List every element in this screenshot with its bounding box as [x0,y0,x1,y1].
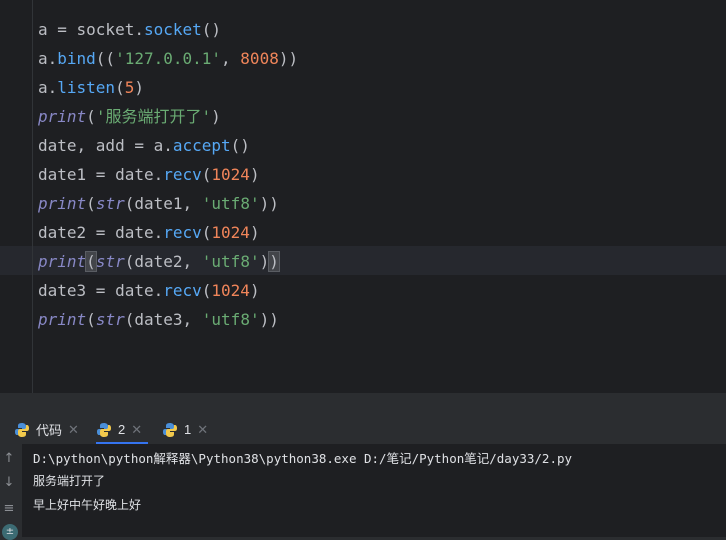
code-editor[interactable]: a = socket.socket() a.bind(('127.0.0.1', … [0,0,726,393]
code-token: '127.0.0.1' [115,49,222,68]
code-token: 1024 [211,281,250,300]
code-token: 'utf8' [201,252,260,271]
code-token: ( [86,310,96,329]
code-token: date, add = a. [38,136,173,155]
code-line: date, add = a.accept() [38,131,250,160]
code-line: print(str(date3, 'utf8')) [38,305,279,334]
close-icon[interactable]: ✕ [197,422,208,438]
close-icon[interactable]: ✕ [131,422,142,438]
code-token: a. [38,49,58,68]
arrow-down-icon[interactable]: ↓ [2,476,16,490]
code-token: (date2, [124,252,202,271]
python-icon [15,422,29,437]
code-token: 1024 [211,223,250,242]
python-icon [163,422,177,437]
code-token: 8008 [240,49,279,68]
code-token: ( [85,251,97,272]
code-token: ) [249,223,260,242]
code-token: ) [259,252,270,271]
console-command-line: D:\python\python解释器\Python38\python38.ex… [33,451,573,466]
code-token: str [95,310,125,329]
code-token: ) [211,107,221,126]
code-token: print [38,194,87,213]
code-token: date2 = date. [38,223,164,242]
python-icon [97,422,111,437]
tab-1[interactable]: 1 ✕ [162,415,208,444]
code-token: ( [201,223,212,242]
code-token: )) [259,194,279,213]
code-token: a. [38,78,58,97]
code-token: a = socket. [38,20,144,39]
code-token: ( [201,281,212,300]
soft-wrap-icon[interactable]: ≡ [2,502,16,516]
code-token: ) [134,78,144,97]
code-token: recv [163,165,202,184]
code-token: (( [95,49,116,68]
arrow-up-icon[interactable]: ↑ [2,452,16,466]
code-line: date1 = date.recv(1024) [38,160,260,189]
tab-label: 1 [184,422,192,437]
tab-code[interactable]: 代码 ✕ [14,415,79,444]
code-token: date3 = date. [38,281,164,300]
code-token: )) [278,49,299,68]
code-token: str [95,194,125,213]
code-token: accept [172,136,231,155]
code-token: () [201,20,222,39]
code-token: ) [268,251,280,272]
code-token: () [230,136,250,155]
code-token: recv [163,281,202,300]
code-token: ) [249,165,260,184]
code-token: 5 [124,78,135,97]
editor-gutter-divider [32,0,33,393]
console-output-line: 服务端打开了 [33,474,106,488]
code-line: a.bind(('127.0.0.1', 8008)) [38,44,298,73]
console-toolbar: ↑ ↓ ≡ ± [0,444,22,540]
code-token: socket [143,20,202,39]
code-line: print(str(date1, 'utf8')) [38,189,279,218]
code-token: str [95,252,125,271]
code-line: a.listen(5) [38,73,144,102]
code-token: recv [163,223,202,242]
code-token: bind [57,49,96,68]
code-token: )) [259,310,279,329]
code-line: date3 = date.recv(1024) [38,276,260,305]
code-token: (date3, [124,310,202,329]
code-token: 1024 [211,165,250,184]
code-token: ) [249,281,260,300]
rerun-badge-icon[interactable]: ± [2,524,18,540]
code-token: 'utf8' [201,194,260,213]
code-line: print('服务端打开了') [38,102,221,131]
code-token: '服务端打开了' [95,107,212,126]
tab-2[interactable]: 2 ✕ [96,415,149,444]
code-line: print(str(date2, 'utf8')) [38,247,280,276]
code-line: date2 = date.recv(1024) [38,218,260,247]
code-token: print [38,310,87,329]
code-token: ( [86,107,96,126]
code-token: print [38,252,87,271]
code-token: print [38,107,87,126]
panel-separator [0,393,726,415]
run-tool-tabs: 代码 ✕ 2 ✕ 1 ✕ [0,415,726,445]
code-token: ( [86,194,96,213]
code-token: (date1, [124,194,202,213]
code-token: ( [201,165,212,184]
code-line: a = socket.socket() [38,15,221,44]
code-token: , [221,49,241,68]
code-token: listen [57,78,116,97]
tab-label: 代码 [36,423,63,438]
tab-label: 2 [118,422,126,437]
code-token: date1 = date. [38,165,164,184]
code-token: ( [115,78,125,97]
code-token: 'utf8' [201,310,260,329]
close-icon[interactable]: ✕ [68,422,79,438]
console-output-line: 早上好中午好晚上好 [33,498,142,512]
